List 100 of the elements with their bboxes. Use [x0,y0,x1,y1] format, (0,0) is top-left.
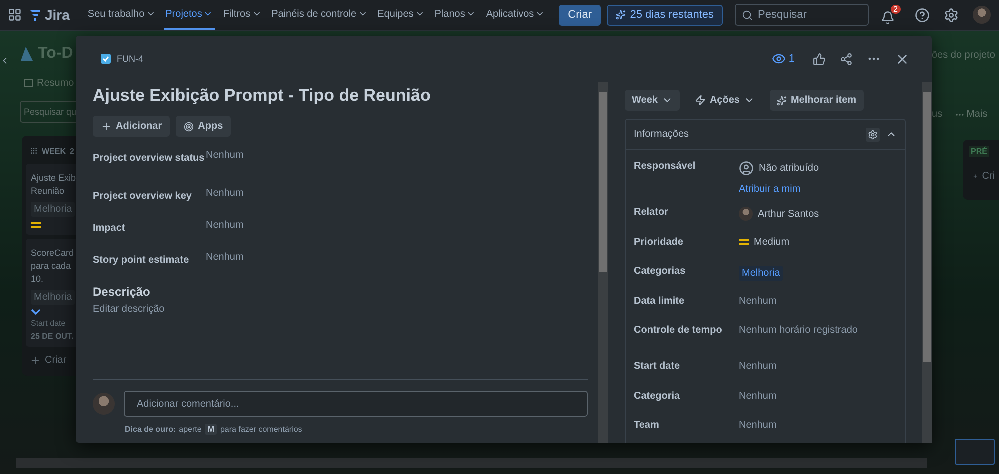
trial-button[interactable]: 25 dias restantes [607,4,723,26]
field-label: Impact [93,223,126,234]
field-label: Team [634,420,660,431]
description-field[interactable]: Editar descrição [93,304,588,315]
issue-card[interactable]: ScoreCard para cada 10. Melhoria Start date 25 DE OUT. [26,239,76,347]
nav-menu[interactable]: Painéis de controle [270,0,370,30]
apps-button[interactable]: Apps [176,116,232,137]
notifications-button[interactable]: 2 [881,5,901,25]
field-label: Responsável [634,161,697,172]
column-title: WEEK [42,146,66,156]
tip-text: para fazer comentários [220,425,302,434]
reporter-name: Arthur Santos [758,208,820,220]
create-issue-button[interactable]: Criar [26,351,76,370]
more-button[interactable]: Mais [954,109,988,120]
tip-text: aperte [179,425,202,434]
field-value: Nenhum [739,420,778,431]
card-tag: Melhoria [31,290,76,305]
field-label: Project overview status [93,153,206,164]
date-label: Start date [31,319,67,328]
nav-menu[interactable]: Equipes [376,0,427,30]
field-label: Controle de tempo [634,325,724,336]
like-button[interactable] [813,52,826,66]
improve-button[interactable]: Melhorar item [770,90,864,111]
bell-icon [881,11,895,25]
project-icon [20,46,34,62]
add-button[interactable]: Adicionar [93,116,170,137]
search-field[interactable]: Pesquisar [735,4,869,26]
scrollbar[interactable] [922,82,932,443]
profile-avatar[interactable] [973,6,991,24]
field-label: Prioridade [634,236,684,248]
issue-card[interactable]: Ajuste Exib Reunião Melhoria [26,164,76,235]
apps-icon [184,122,194,132]
field-label: Start date [634,361,682,372]
user-avatar [93,393,115,415]
checkbox-icon [101,54,111,64]
field-value: Nenhum [739,296,778,306]
card-title: Ajuste Exib Reunião [31,172,76,198]
field-label: Categorias [634,266,687,277]
help-icon [915,8,930,22]
panel-title: Informações [634,129,690,140]
watchers-button[interactable]: 1 [772,52,795,66]
field-value[interactable]: Nenhum [206,188,588,199]
create-issue-button[interactable]: Cri [969,167,999,186]
create-button[interactable]: Criar [559,4,601,26]
drag-handle-icon [30,147,38,155]
logo-icon [28,8,41,22]
sparkle-icon [776,96,787,106]
product-name: Jira [45,7,70,23]
horizontal-scrollbar[interactable] [16,458,927,468]
settings-icon [868,130,878,140]
project-name: To-D [38,45,74,63]
share-icon [840,52,853,66]
date-value: 25 DE OUT. [31,332,75,341]
field-value[interactable]: Nenhum [206,150,588,161]
actions-button[interactable]: Ações [688,90,762,111]
medium-priority-icon [739,238,749,246]
board-minimap[interactable] [955,439,995,465]
issue-title[interactable]: Ajuste Exibição Prompt - Tipo de Reunião [93,86,588,106]
search-icon [742,10,753,20]
user-icon [739,161,754,176]
assignee-value: Não atribuído [759,163,820,174]
nav-menu[interactable]: Planos [432,0,478,30]
card-tag: Melhoria [31,202,76,217]
card-title: ScoreCard para cada 10. [31,247,76,286]
nav-menu[interactable]: Seu trabalho [86,0,158,30]
tip-label: Dica de ouro: [125,425,176,434]
priority-value: Medium [754,236,790,248]
lightning-icon [694,95,706,106]
field-value: Nenhum [739,361,778,372]
field-label: Data limite [634,296,686,306]
nav-menu[interactable]: Aplicativos [484,0,548,30]
description-heading: Descrição [93,285,152,299]
settings-icon [944,8,959,22]
settings-button[interactable] [866,128,880,142]
app-switcher-icon[interactable] [8,8,22,22]
field-value: Nenhum [739,390,778,402]
column-title: PRÉ [969,146,990,157]
sparkle-icon [616,10,626,20]
field-label: Relator [634,207,670,218]
category-tag: Melhoria [739,266,784,281]
summary-icon [24,79,33,87]
reporter-avatar [739,207,753,221]
help-button[interactable] [915,8,930,22]
field-label: Project overview key [93,191,193,202]
status-button[interactable]: Week [625,90,680,111]
field-value[interactable]: Nenhum [206,220,588,231]
assign-to-me-link[interactable]: Atribuir a mim [739,184,897,195]
scrollbar[interactable] [598,82,608,443]
settings-button[interactable] [944,8,959,22]
comment-field[interactable]: Adicionar comentário... [124,391,588,417]
field-value: Nenhum horário registrado [739,325,859,336]
eye-icon [772,52,786,66]
field-label: Story point estimate [93,255,190,266]
share-button[interactable] [840,52,853,66]
plus-icon [101,121,112,132]
field-value[interactable]: Nenhum [206,252,588,263]
thumbs-up-icon [813,52,826,66]
plus-icon [30,355,41,366]
nav-menu[interactable]: Filtros [221,0,264,30]
issue-key[interactable]: FUN-4 [117,54,144,64]
